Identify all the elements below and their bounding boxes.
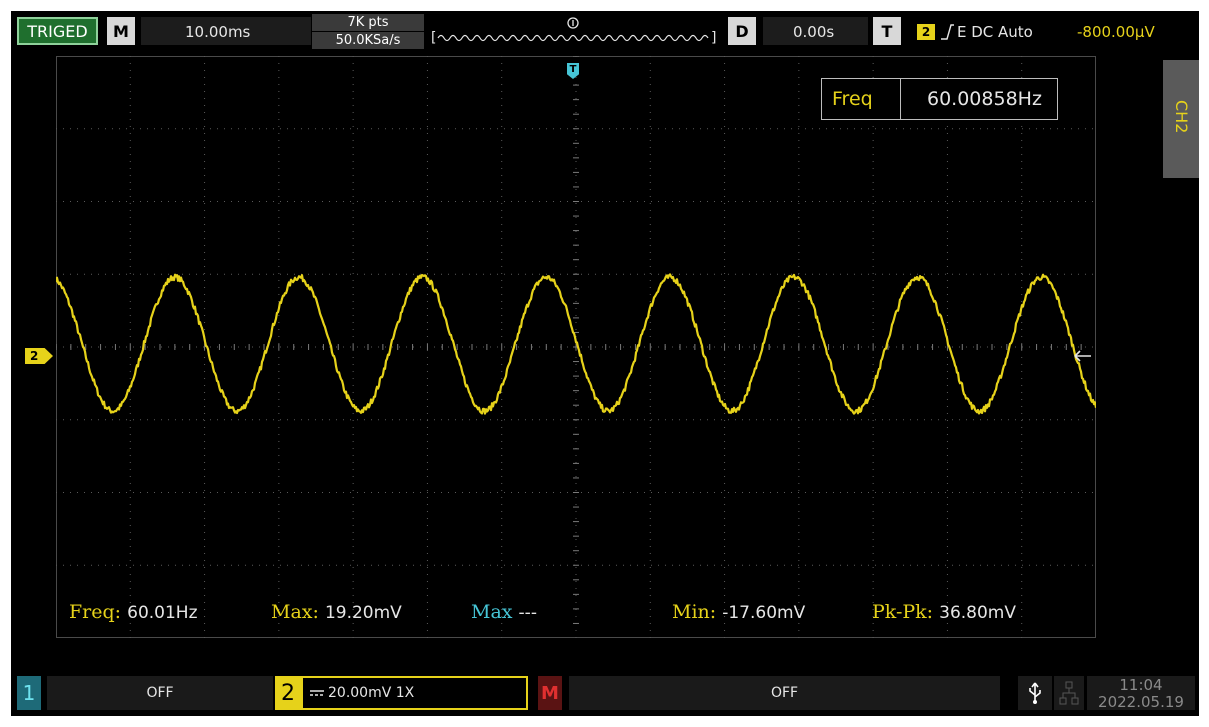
memory-depth: 7K pts <box>312 14 424 31</box>
sample-rate: 50.0KSa/s <box>312 32 424 49</box>
measure-pk-pk: Pk-Pk: 36.80mV <box>872 601 1016 623</box>
clock-date: 2022.05.19 <box>1098 693 1184 711</box>
ch1-button[interactable]: 1 <box>17 676 41 710</box>
frequency-counter-label: Freq <box>832 88 873 110</box>
horizontal-menu-button[interactable]: M <box>107 17 135 45</box>
lan-icon <box>1059 681 1079 705</box>
ch2-side-tab-label: CH2 <box>1172 100 1191 134</box>
measure-value: -17.60mV <box>722 603 806 623</box>
measure-label: Max: <box>271 601 319 623</box>
trigger-menu-button[interactable]: T <box>873 17 901 45</box>
measure-label: Pk-Pk: <box>872 601 934 623</box>
dc-coupling-icon <box>310 690 324 696</box>
rising-edge-icon <box>941 24 954 40</box>
svg-text:[: [ <box>431 30 436 46</box>
graticule[interactable] <box>56 56 1096 638</box>
bottom-channel-bar: 1 OFF 2 20.00mV 1X M OFF 11:04 2022.05.1… <box>11 662 1199 716</box>
timebase-value: 10.00ms <box>185 23 251 41</box>
frequency-counter: Freq 60.00858Hz <box>821 78 1058 120</box>
ch2-offset-marker[interactable]: 2 <box>25 348 53 364</box>
usb-icon <box>1018 676 1052 710</box>
ch2-scale: 20.00mV 1X <box>328 685 415 701</box>
trigger-source-badge: 2 <box>917 24 935 40</box>
measure-ch1-max: Max --- <box>471 601 537 623</box>
measure-value: 36.80mV <box>939 603 1016 623</box>
math-button[interactable]: M <box>538 676 562 710</box>
top-status-bar: TRIGED M 10.00ms 7K pts 50.0KSa/s [ ] D … <box>11 11 1199 51</box>
clock: 11:04 2022.05.19 <box>1087 676 1195 711</box>
measure-max: Max: 19.20mV <box>271 601 402 623</box>
math-status[interactable]: OFF <box>569 676 1000 710</box>
measure-value: 60.01Hz <box>127 603 198 623</box>
trigger-position-icon <box>567 17 579 29</box>
measure-freq: Freq: 60.01Hz <box>69 601 198 623</box>
trigger-status-button[interactable]: TRIGED <box>17 17 98 45</box>
svg-text:]: ] <box>711 30 716 46</box>
trigger-level-arrow-icon[interactable] <box>1069 349 1093 363</box>
ch2-button[interactable]: 2 <box>275 676 301 710</box>
ch1-status[interactable]: OFF <box>47 676 273 710</box>
frequency-counter-value: 60.00858Hz <box>927 88 1042 110</box>
frequency-counter-divider <box>900 79 901 119</box>
trigger-level: -800.00μV <box>1077 23 1155 41</box>
delay-value: 0.00s <box>793 23 835 41</box>
measure-label: Min: <box>672 601 717 623</box>
trigger-info: E DC Auto <box>957 23 1033 41</box>
oscilloscope-screen: TRIGED M 10.00ms 7K pts 50.0KSa/s [ ] D … <box>11 11 1199 716</box>
measure-min: Min: -17.60mV <box>672 601 805 623</box>
memory-overview: [ ] <box>431 17 716 46</box>
measure-value: --- <box>518 603 537 623</box>
ch2-side-tab[interactable]: CH2 <box>1163 60 1199 178</box>
measure-value: 19.20mV <box>324 603 402 623</box>
measure-label: Max <box>471 601 513 623</box>
network-icon <box>1054 676 1084 710</box>
delay-button[interactable]: D <box>728 17 756 45</box>
clock-time: 11:04 <box>1119 676 1163 694</box>
measure-label: Freq: <box>69 601 122 623</box>
ch2-settings[interactable]: 20.00mV 1X <box>301 676 528 710</box>
